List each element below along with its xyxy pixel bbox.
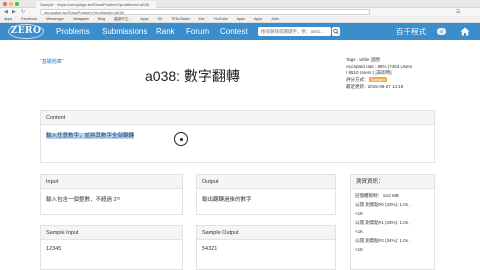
nav-forum[interactable]: Forum [186,23,209,40]
forward-icon[interactable]: ▶ [12,8,16,16]
input-body: 輸入包含一個整數，不超過 2³¹ [46,197,121,203]
notification-badge[interactable]: 0 [437,28,446,35]
minimize-window-icon[interactable] [9,2,13,6]
close-window-icon[interactable] [3,2,7,6]
bookmark-item[interactable]: Apps [4,17,12,21]
content-panel: Content 輸入任意數字，並將其數字全部翻轉 [40,110,435,163]
output-body: 輸出翻轉過後的數字 [202,197,252,203]
bookmark-item[interactable]: Apps [237,17,245,21]
bookmark-item[interactable]: 高雄市立... [114,17,131,21]
search-input[interactable]: 搜尋題目或關鍵字，例：a001... [258,27,331,36]
testcase-0: 公開 測資點#0 (33%): 1.0s , [355,202,411,207]
bookmark-item[interactable]: Git [158,17,163,21]
content-header: Content [41,111,434,125]
last-updated: 最近更新 : 2015-08-27 14:19 [346,83,404,89]
bookmark-item[interactable]: TEDxTaipei [171,17,189,21]
bookmark-item[interactable]: Apps [140,17,148,21]
home-icon[interactable] [460,27,470,36]
nav-contest[interactable]: Contest [220,23,248,40]
input-panel: Input 輸入包含一個整數，不超過 2³¹ [40,174,183,215]
bookmarks-bar: Apps Facebook Messenger Instagram Blog 高… [0,16,480,23]
search-button[interactable] [332,27,340,36]
breadcrumb[interactable]: "基礎題庫" [40,58,64,65]
site-logo[interactable]: ZERO [8,24,44,39]
memory-limit: 記憶體限制： 512 MB [355,193,399,198]
extensions-icon[interactable]: ☰ [456,8,460,16]
rating-method: 評分方式： Tolerant [346,77,412,84]
bookmark-item[interactable]: YouTube [214,17,228,21]
bookmark-item[interactable]: Apps [254,17,262,21]
back-icon[interactable]: ◀ [4,8,8,16]
input-header: Input [41,175,182,189]
sample-input-body: 12345 [46,246,62,252]
bookmark-item[interactable]: Blog [98,17,105,21]
rating-label: 評分方式： [346,77,369,83]
testcase-2: 公開 測資點#2 (34%): 1.0s , [355,238,411,243]
browser-tab[interactable]: Sample · https://zerojudge.tw/ShowProble… [36,1,156,8]
nav-rank[interactable]: Rank [156,23,175,40]
search-icon [333,28,339,35]
problem-meta: Tags : while 迴圈 Accepted rate : 88% (746… [346,57,412,91]
bookmark-item[interactable]: Instagram [73,17,89,21]
bookmark-item[interactable]: Facebook [21,17,37,21]
sample-output-header: Sample Output [197,226,335,240]
nav-submissions[interactable]: Submissions [102,23,147,40]
address-bar[interactable]: zerojudge.tw/ShowProblem?problemid=a038 [40,9,370,15]
reload-icon[interactable]: ↻ [21,8,25,16]
browser-tab-strip: Sample · https://zerojudge.tw/ShowProble… [0,0,480,8]
maximize-window-icon[interactable] [15,2,19,6]
testcase-1-size: <1K [355,229,364,234]
bookmark-item[interactable]: Messenger [46,17,64,21]
sample-input-panel: Sample Input 12345 [40,225,183,270]
mouse-cursor-dot [180,138,183,141]
bookmark-item[interactable]: Info [199,17,205,21]
sample-output-body: 54321 [202,246,218,252]
output-header: Output [197,175,335,189]
testdata-info-body: 記憶體限制： 512 MB 公開 測資點#0 (33%): 1.0s , <1K… [351,189,434,256]
content-text: 輸入任意數字，並將其數字全部翻轉 [46,133,135,139]
testdata-info-panel: 測資資訊： 記憶體限制： 512 MB 公開 測資點#0 (33%): 1.0s… [350,174,435,270]
content-body: 輸入任意數字，並將其數字全部翻轉 [41,125,434,145]
testcase-1: 公開 測資點#1 (33%): 1.0s , [355,220,411,225]
nav-problems[interactable]: Problems [56,23,90,40]
sample-input-header: Sample Input [41,226,182,240]
testcase-2-size: <1K [355,247,364,252]
testcase-0-size: <1K [355,211,364,216]
testdata-info-header: 測資資訊： [351,175,434,189]
rating-badge: Tolerant [368,77,387,83]
problem-tags[interactable]: Tags : while 迴圈 [346,57,412,64]
problem-title: a038: 數字翻轉 [145,68,240,84]
output-panel: Output 輸出翻轉過後的數字 [196,174,336,215]
user-menu[interactable]: 百千程式 [396,23,426,40]
sample-output-panel: Sample Output 54321 [196,225,336,270]
bookmark-item[interactable]: Jobs [271,17,279,21]
